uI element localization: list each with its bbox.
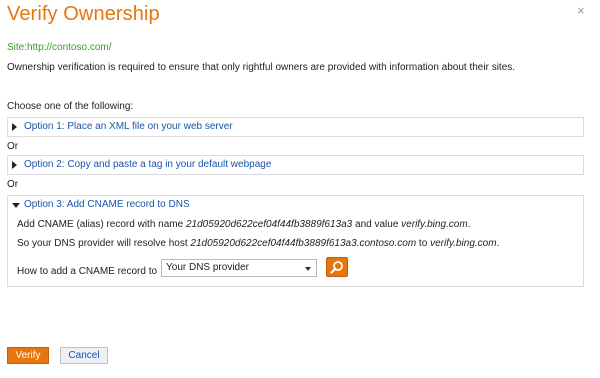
cancel-button[interactable]: Cancel [60,347,108,364]
chevron-down-icon [305,267,311,271]
dns-provider-value: Your DNS provider [166,262,250,273]
verify-button[interactable]: Verify [7,347,49,364]
or-separator-1: Or [7,141,19,152]
or-separator-2: Or [7,179,19,190]
option-3-header[interactable]: Option 3: Add CNAME record to DNS [8,196,583,214]
cname-host: 21d05920d622cef04f44fb3889f613a3.contoso… [190,238,417,249]
close-icon[interactable]: × [577,3,585,18]
cname-line2-mid: to [416,238,431,249]
site-url: Site:http://contoso.com/ [7,42,112,53]
cname-line2-prefix: So your DNS provider will resolve host [17,238,191,249]
search-icon [330,261,343,274]
cname-line2-suffix: . [496,238,500,249]
provider-search-button[interactable] [326,257,348,277]
cname-line1-prefix: Add CNAME (alias) record with name [17,219,186,230]
option-2-header[interactable]: Option 2: Copy and paste a tag in your d… [8,156,583,174]
cname-resolve-line: So your DNS provider will resolve host 2… [17,238,499,249]
option-3-panel: Option 3: Add CNAME record to DNS Add CN… [7,195,584,287]
expand-arrow-icon [12,161,17,169]
cname-line1-suffix: . [467,219,471,230]
cname-line1-mid: and value [352,219,402,230]
option-2-label: Option 2: Copy and paste a tag in your d… [24,159,272,170]
cname-record-name: 21d05920d622cef04f44fb3889f613a3 [185,219,353,230]
verify-ownership-dialog: Verify Ownership × Site:http://contoso.c… [0,0,600,378]
option-1-label: Option 1: Place an XML file on your web … [24,121,233,132]
option-1-header[interactable]: Option 1: Place an XML file on your web … [8,118,583,136]
expand-arrow-icon [12,123,17,131]
choose-label: Choose one of the following: [7,101,134,112]
dns-provider-select[interactable]: Your DNS provider [161,259,317,277]
option-3-label: Option 3: Add CNAME record to DNS [24,199,190,210]
howto-label: How to add a CNAME record to [17,266,158,277]
cname-instruction-line: Add CNAME (alias) record with name 21d05… [17,219,470,230]
option-1-panel: Option 1: Place an XML file on your web … [7,117,584,137]
intro-text: Ownership verification is required to en… [7,62,516,73]
cname-record-value: verify.bing.com [401,219,468,230]
option-2-panel: Option 2: Copy and paste a tag in your d… [7,155,584,175]
cname-target-value: verify.bing.com [430,238,497,249]
dialog-title: Verify Ownership [7,3,160,25]
collapse-arrow-icon [12,203,20,208]
